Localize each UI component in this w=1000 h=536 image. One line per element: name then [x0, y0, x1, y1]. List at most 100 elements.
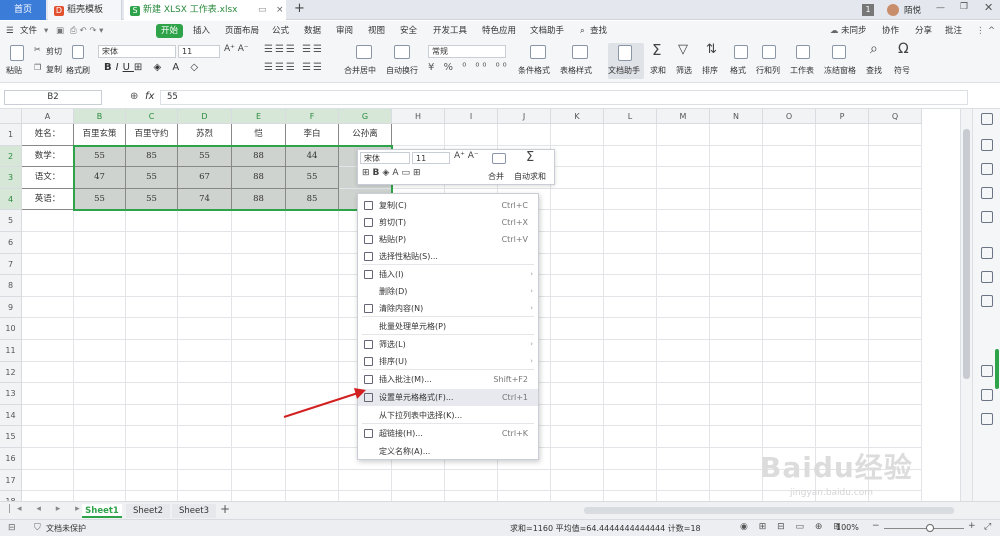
sheet-icon[interactable] — [796, 45, 810, 59]
mini-format-buttons[interactable]: ⊞B◈A▭⊞ — [362, 168, 424, 178]
cell-J1[interactable] — [498, 124, 551, 146]
cell-N1[interactable] — [710, 124, 763, 146]
cell-D6[interactable] — [178, 232, 232, 254]
column-header-H[interactable]: H — [392, 109, 445, 124]
mini-font-size-buttons[interactable]: A⁺ A⁻ — [454, 151, 479, 161]
side-chart-icon[interactable] — [981, 211, 993, 223]
cell-M3[interactable] — [657, 167, 710, 189]
cell-K3[interactable] — [551, 167, 604, 189]
cell-O6[interactable] — [763, 232, 816, 254]
row-header-9[interactable]: 9 — [0, 296, 22, 319]
cell-C10[interactable] — [126, 318, 178, 340]
cell-E7[interactable] — [232, 253, 286, 276]
zoom-out-icon[interactable]: − — [872, 521, 880, 531]
cell-Q8[interactable] — [869, 275, 922, 297]
context-menu-filter[interactable]: 筛选(L) › — [358, 336, 538, 353]
cell-Q9[interactable] — [869, 296, 922, 319]
cell-L4[interactable] — [604, 188, 657, 211]
context-menu-clear-contents[interactable]: 清除内容(N) › — [358, 300, 538, 317]
zoom-slider-thumb[interactable] — [926, 524, 934, 532]
cell-F8[interactable] — [286, 275, 339, 297]
cell-E3[interactable]: 88 — [232, 167, 286, 189]
table-style-icon[interactable] — [572, 45, 588, 59]
cell-H17[interactable] — [392, 469, 445, 492]
cell-L17[interactable] — [604, 469, 657, 492]
cell-F17[interactable] — [286, 469, 339, 492]
cell-B1[interactable]: 百里玄策 — [74, 124, 126, 146]
cell-E4[interactable]: 88 — [232, 188, 286, 211]
column-header-P[interactable]: P — [816, 109, 869, 124]
cell-A17[interactable] — [22, 469, 74, 492]
cell-F5[interactable] — [286, 210, 339, 232]
cell-Q1[interactable] — [869, 124, 922, 146]
cell-O11[interactable] — [763, 340, 816, 362]
maximize-icon[interactable]: ❐ — [960, 2, 968, 12]
collapse-icon[interactable]: ^ — [988, 21, 995, 41]
font-select[interactable]: 宋体 — [98, 45, 176, 58]
cell-O2[interactable] — [763, 145, 816, 168]
cell-B5[interactable] — [74, 210, 126, 232]
cell-F7[interactable] — [286, 253, 339, 276]
cell-M1[interactable] — [657, 124, 710, 146]
cell-O1[interactable] — [763, 124, 816, 146]
cell-A4[interactable]: 英语： — [22, 188, 74, 211]
cell-C1[interactable]: 百里守约 — [126, 124, 178, 146]
format-painter-button[interactable]: 格式刷 — [66, 65, 90, 76]
wrap-icon[interactable] — [394, 45, 410, 59]
cell-I1[interactable] — [445, 124, 498, 146]
cell-L10[interactable] — [604, 318, 657, 340]
row-header-11[interactable]: 11 — [0, 340, 22, 362]
cell-N10[interactable] — [710, 318, 763, 340]
zoom-level[interactable]: 100% — [836, 523, 859, 532]
name-box[interactable]: B2 — [4, 90, 102, 105]
cell-K4[interactable] — [551, 188, 604, 211]
add-sheet-icon[interactable]: + — [220, 502, 230, 516]
column-header-B[interactable]: B — [74, 109, 126, 124]
cell-Q7[interactable] — [869, 253, 922, 276]
table-style-button[interactable]: 表格样式 — [560, 65, 592, 76]
menu-tab-insert[interactable]: 插入 — [193, 21, 210, 41]
cell-N12[interactable] — [710, 361, 763, 384]
cell-M6[interactable] — [657, 232, 710, 254]
cell-N4[interactable] — [710, 188, 763, 211]
cell-O10[interactable] — [763, 318, 816, 340]
cell-Q5[interactable] — [869, 210, 922, 232]
cell-L6[interactable] — [604, 232, 657, 254]
cell-Q10[interactable] — [869, 318, 922, 340]
side-share-icon[interactable] — [981, 413, 993, 425]
cell-E5[interactable] — [232, 210, 286, 232]
cell-A9[interactable] — [22, 296, 74, 319]
column-header-O[interactable]: O — [763, 109, 816, 124]
cell-D18[interactable] — [178, 491, 232, 501]
cell-O14[interactable] — [763, 404, 816, 427]
cell-A11[interactable] — [22, 340, 74, 362]
scroll-thumb[interactable] — [963, 129, 970, 379]
paste-icon[interactable] — [10, 45, 24, 61]
cell-B6[interactable] — [74, 232, 126, 254]
cell-A16[interactable] — [22, 448, 74, 470]
cell-E2[interactable]: 88 — [232, 145, 286, 168]
cell-L7[interactable] — [604, 253, 657, 276]
cell-D11[interactable] — [178, 340, 232, 362]
doc-helper-button[interactable]: 文档助手 — [608, 65, 640, 76]
cell-C4[interactable]: 55 — [126, 188, 178, 211]
fullscreen-icon[interactable]: ⤢ — [984, 522, 991, 532]
cell-M10[interactable] — [657, 318, 710, 340]
row-header-10[interactable]: 10 — [0, 318, 22, 340]
search-icon[interactable]: ⌕ — [580, 21, 585, 41]
cell-B14[interactable] — [74, 404, 126, 427]
cell-Q15[interactable] — [869, 426, 922, 448]
cell-C14[interactable] — [126, 404, 178, 427]
align-buttons[interactable]: ☰☰☰ ☰☰ — [264, 62, 324, 73]
cell-L15[interactable] — [604, 426, 657, 448]
row-header-6[interactable]: 6 — [0, 232, 22, 254]
cell-N18[interactable] — [710, 491, 763, 501]
cell-K5[interactable] — [551, 210, 604, 232]
cell-P4[interactable] — [816, 188, 869, 211]
cell-O7[interactable] — [763, 253, 816, 276]
copy-button[interactable]: 复制 — [46, 64, 62, 75]
cell-F6[interactable] — [286, 232, 339, 254]
cell-A5[interactable] — [22, 210, 74, 232]
cell-M12[interactable] — [657, 361, 710, 384]
cell-F11[interactable] — [286, 340, 339, 362]
